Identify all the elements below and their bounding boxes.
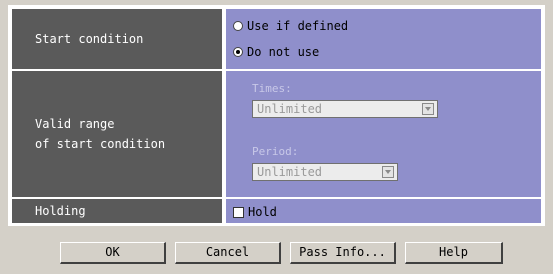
period-label: Period: [252,145,299,158]
valid-range-fields: Times: Unlimited Period: Unlimited [226,71,541,197]
radio-use-if-defined-label: Use if defined [247,19,349,33]
radio-button-selected-icon[interactable] [233,47,243,57]
period-dropdown[interactable]: Unlimited [252,163,398,181]
holding-label: Holding [12,199,224,223]
checkbox-icon[interactable] [233,206,244,218]
cancel-button[interactable]: Cancel [175,242,281,264]
start-condition-dialog: Start condition Use if defined Do not us… [0,0,553,274]
start-condition-label: Start condition [12,9,224,69]
radio-do-not-use[interactable]: Do not use [233,44,319,60]
chevron-down-icon[interactable] [382,166,394,178]
period-value: Unlimited [257,165,323,179]
valid-range-label-line1: Valid range [35,117,115,131]
chevron-down-icon[interactable] [422,103,434,115]
hold-checkbox[interactable]: Hold [233,205,277,219]
start-condition-options: Use if defined Do not use [226,9,541,69]
valid-range-row: Valid range of start condition Times: Un… [12,71,541,197]
ok-button[interactable]: OK [60,242,166,264]
settings-panel: Start condition Use if defined Do not us… [8,5,545,226]
valid-range-label: Valid range of start condition [12,71,224,197]
holding-options: Hold [226,199,541,223]
help-button[interactable]: Help [405,242,503,264]
times-dropdown[interactable]: Unlimited [252,100,438,118]
holding-row: Holding Hold [12,199,541,223]
times-value: Unlimited [257,102,323,116]
times-label: Times: [252,82,292,95]
valid-range-label-line2: of start condition [35,137,166,151]
radio-button-icon[interactable] [233,21,243,31]
hold-checkbox-label: Hold [248,205,277,219]
pass-info-button[interactable]: Pass Info... [290,242,396,264]
radio-do-not-use-label: Do not use [247,45,320,59]
start-condition-row: Start condition Use if defined Do not us… [12,9,541,69]
radio-use-if-defined[interactable]: Use if defined [233,18,348,34]
